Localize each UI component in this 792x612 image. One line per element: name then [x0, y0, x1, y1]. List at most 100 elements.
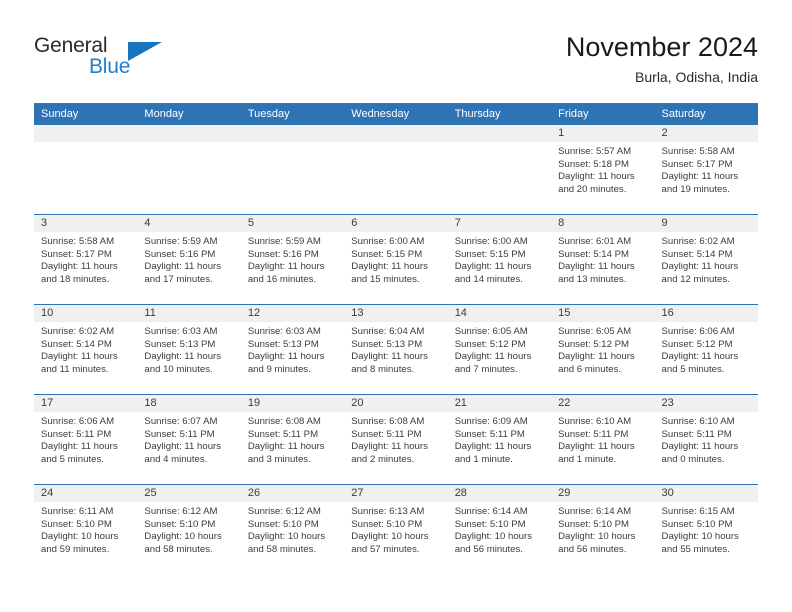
- day-number: 5: [247, 217, 254, 229]
- day-number-band: 12: [240, 305, 345, 322]
- page-title: November 2024: [565, 32, 758, 62]
- sunset-text: Sunset: 5:14 PM: [661, 248, 733, 260]
- calendar-day-cell[interactable]: 29 Sunrise: 6:14 AM Sunset: 5:10 PM Dayligh…: [551, 485, 655, 574]
- day-number: 6: [351, 217, 358, 229]
- calendar-day-cell[interactable]: 17 Sunrise: 6:06 AM Sunset: 5:11 PM Dayligh…: [34, 395, 138, 484]
- sunset-text: Sunset: 5:14 PM: [41, 338, 112, 350]
- calendar-day-empty: [137, 125, 241, 214]
- daylight-text: Daylight: 11 hours and 19 minutes.: [661, 171, 739, 195]
- calendar-day-cell[interactable]: 4 Sunrise: 5:59 AM Sunset: 5:16 PM Daylight…: [137, 215, 241, 304]
- calendar-day-cell[interactable]: 1 Sunrise: 5:57 AM Sunset: 5:18 PM Daylight…: [551, 125, 655, 214]
- day-info: Sunrise: 6:07 AM Sunset: 5:11 PM Daylight:…: [137, 412, 240, 466]
- sunrise-text: Sunrise: 6:05 AM: [558, 326, 632, 337]
- daylight-text: Daylight: 11 hours and 16 minutes.: [247, 261, 325, 285]
- calendar-day-cell[interactable]: 14 Sunrise: 6:05 AM Sunset: 5:12 PM Dayligh…: [447, 305, 552, 394]
- daylight-text: Daylight: 11 hours and 10 minutes.: [144, 351, 222, 375]
- day-info: Sunrise: 6:01 AM Sunset: 5:14 PM Daylight:…: [551, 232, 654, 286]
- daylight-text: Daylight: 11 hours and 17 minutes.: [144, 261, 222, 285]
- daylight-text: Daylight: 11 hours and 11 minutes.: [41, 351, 118, 375]
- day-number: 28: [454, 487, 467, 499]
- sunset-text: Sunset: 5:11 PM: [661, 428, 732, 440]
- daylight-text: Daylight: 11 hours and 3 minutes.: [247, 441, 325, 465]
- calendar-day-cell[interactable]: 7 Sunrise: 6:00 AM Sunset: 5:15 PM Daylight…: [447, 215, 552, 304]
- day-number: 22: [558, 397, 571, 409]
- calendar-day-cell[interactable]: 24 Sunrise: 6:11 AM Sunset: 5:10 PM Dayligh…: [34, 485, 138, 574]
- calendar-day-cell[interactable]: 20 Sunrise: 6:08 AM Sunset: 5:11 PM Dayligh…: [344, 395, 448, 484]
- day-info: Sunrise: 6:12 AM Sunset: 5:10 PM Daylight:…: [137, 502, 240, 556]
- daylight-text: Daylight: 11 hours and 7 minutes.: [454, 351, 532, 375]
- day-info: Sunrise: 6:14 AM Sunset: 5:10 PM Daylight:…: [448, 502, 551, 556]
- day-number: 18: [144, 397, 157, 409]
- sunset-text: Sunset: 5:10 PM: [558, 518, 630, 530]
- day-info: Sunrise: 6:06 AM Sunset: 5:12 PM Daylight:…: [655, 322, 758, 376]
- calendar-day-cell[interactable]: 30 Sunrise: 6:15 AM Sunset: 5:10 PM Dayligh…: [654, 485, 758, 574]
- sunrise-text: Sunrise: 6:14 AM: [454, 506, 528, 517]
- calendar-day-cell[interactable]: 6 Sunrise: 6:00 AM Sunset: 5:15 PM Daylight…: [344, 215, 448, 304]
- day-number: 7: [454, 217, 461, 229]
- sunrise-text: Sunrise: 6:11 AM: [41, 506, 114, 517]
- day-info: Sunrise: 5:59 AM Sunset: 5:16 PM Daylight:…: [137, 232, 240, 286]
- day-info: Sunrise: 6:00 AM Sunset: 5:15 PM Daylight:…: [344, 232, 447, 286]
- sunset-text: Sunset: 5:12 PM: [558, 338, 630, 350]
- generalblue-logo[interactable]: General Blue: [34, 34, 194, 92]
- calendar-day-cell[interactable]: 27 Sunrise: 6:13 AM Sunset: 5:10 PM Dayligh…: [344, 485, 448, 574]
- calendar-weeks: 1 Sunrise: 5:57 AM Sunset: 5:18 PM Daylight…: [34, 125, 758, 574]
- weekday-tuesday: Tuesday: [247, 108, 290, 120]
- sunset-text: Sunset: 5:11 PM: [454, 428, 525, 440]
- daylight-text: Daylight: 11 hours and 0 minutes.: [661, 441, 739, 465]
- day-number-band: 18: [137, 395, 241, 412]
- calendar-day-cell[interactable]: 18 Sunrise: 6:07 AM Sunset: 5:11 PM Dayligh…: [137, 395, 241, 484]
- calendar-day-cell[interactable]: 10 Sunrise: 6:02 AM Sunset: 5:14 PM Dayligh…: [34, 305, 138, 394]
- day-info: Sunrise: 5:59 AM Sunset: 5:16 PM Daylight:…: [241, 232, 344, 286]
- sunrise-text: Sunrise: 6:08 AM: [247, 416, 321, 427]
- sunset-text: Sunset: 5:13 PM: [247, 338, 319, 350]
- calendar-day-cell[interactable]: 22 Sunrise: 6:10 AM Sunset: 5:11 PM Dayligh…: [551, 395, 655, 484]
- calendar-day-cell[interactable]: 16 Sunrise: 6:06 AM Sunset: 5:12 PM Dayligh…: [654, 305, 758, 394]
- sunrise-text: Sunrise: 6:15 AM: [661, 506, 735, 517]
- day-number: 29: [558, 487, 571, 499]
- day-number-band: 27: [344, 485, 448, 502]
- calendar-day-cell[interactable]: 13 Sunrise: 6:04 AM Sunset: 5:13 PM Dayligh…: [344, 305, 448, 394]
- calendar-day-cell[interactable]: 19 Sunrise: 6:08 AM Sunset: 5:11 PM Dayligh…: [240, 395, 345, 484]
- day-number-band: 13: [344, 305, 448, 322]
- sunrise-text: Sunrise: 5:58 AM: [661, 146, 735, 157]
- day-info: Sunrise: 6:14 AM Sunset: 5:10 PM Daylight:…: [551, 502, 654, 556]
- calendar-day-cell[interactable]: 15 Sunrise: 6:05 AM Sunset: 5:12 PM Dayligh…: [551, 305, 655, 394]
- calendar-day-cell[interactable]: 9 Sunrise: 6:02 AM Sunset: 5:14 PM Daylight…: [654, 215, 758, 304]
- calendar-day-cell[interactable]: 25 Sunrise: 6:12 AM Sunset: 5:10 PM Dayligh…: [137, 485, 241, 574]
- calendar-day-cell[interactable]: 26 Sunrise: 6:12 AM Sunset: 5:10 PM Dayligh…: [240, 485, 345, 574]
- calendar-page: General Blue November 2024 Burla, Odisha…: [0, 0, 792, 612]
- calendar-day-cell[interactable]: 21 Sunrise: 6:09 AM Sunset: 5:11 PM Dayligh…: [447, 395, 552, 484]
- day-info: Sunrise: 6:15 AM Sunset: 5:10 PM Daylight:…: [655, 502, 758, 556]
- sunset-text: Sunset: 5:12 PM: [454, 338, 526, 350]
- day-info: Sunrise: 6:02 AM Sunset: 5:14 PM Daylight:…: [655, 232, 758, 286]
- calendar-day-cell[interactable]: 2 Sunrise: 5:58 AM Sunset: 5:17 PM Daylight…: [654, 125, 758, 214]
- day-number: 17: [41, 397, 54, 409]
- calendar-day-cell[interactable]: 11 Sunrise: 6:03 AM Sunset: 5:13 PM Dayligh…: [137, 305, 241, 394]
- calendar-day-empty: [240, 125, 345, 214]
- sunset-text: Sunset: 5:18 PM: [558, 158, 630, 170]
- sunrise-text: Sunrise: 6:07 AM: [144, 416, 218, 427]
- sunrise-text: Sunrise: 6:06 AM: [661, 326, 735, 337]
- day-number-band: 24: [34, 485, 138, 502]
- day-number-band: 16: [654, 305, 758, 322]
- calendar-day-cell[interactable]: 12 Sunrise: 6:03 AM Sunset: 5:13 PM Dayligh…: [240, 305, 345, 394]
- day-number: 2: [661, 127, 668, 139]
- day-info: Sunrise: 6:03 AM Sunset: 5:13 PM Daylight:…: [137, 322, 240, 376]
- day-info: Sunrise: 5:58 AM Sunset: 5:17 PM Daylight:…: [655, 142, 758, 196]
- daylight-text: Daylight: 11 hours and 13 minutes.: [558, 261, 635, 285]
- calendar-day-cell[interactable]: 3 Sunrise: 5:58 AM Sunset: 5:17 PM Daylight…: [34, 215, 138, 304]
- day-number-band: 6: [344, 215, 448, 232]
- calendar-day-cell[interactable]: 23 Sunrise: 6:10 AM Sunset: 5:11 PM Dayligh…: [654, 395, 758, 484]
- daylight-text: Daylight: 10 hours and 58 minutes.: [247, 531, 326, 555]
- day-info: Sunrise: 5:58 AM Sunset: 5:17 PM Daylight:…: [34, 232, 137, 286]
- sunset-text: Sunset: 5:15 PM: [454, 248, 526, 260]
- day-info: Sunrise: 6:10 AM Sunset: 5:11 PM Daylight:…: [551, 412, 654, 466]
- day-number: 30: [661, 487, 674, 499]
- day-number-band: 28: [447, 485, 552, 502]
- calendar-day-cell[interactable]: 8 Sunrise: 6:01 AM Sunset: 5:14 PM Daylight…: [551, 215, 655, 304]
- calendar-day-cell[interactable]: 5 Sunrise: 5:59 AM Sunset: 5:16 PM Daylight…: [240, 215, 345, 304]
- calendar-day-cell[interactable]: 28 Sunrise: 6:14 AM Sunset: 5:10 PM Dayligh…: [447, 485, 552, 574]
- sunrise-text: Sunrise: 6:02 AM: [661, 236, 735, 247]
- sunrise-text: Sunrise: 6:12 AM: [247, 506, 321, 517]
